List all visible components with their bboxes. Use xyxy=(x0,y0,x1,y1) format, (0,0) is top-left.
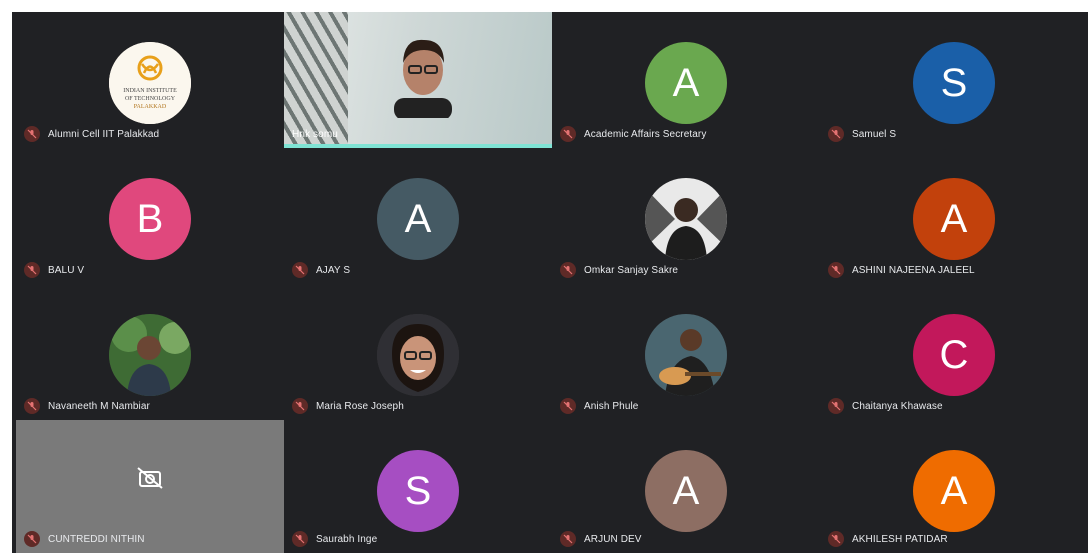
participant-name: BALU V xyxy=(48,264,85,276)
participant-name: Omkar Sanjay Sakre xyxy=(584,264,679,276)
mic-muted-icon xyxy=(828,398,844,414)
svg-text:OF TECHNOLOGY: OF TECHNOLOGY xyxy=(125,96,176,102)
mic-muted-icon xyxy=(560,126,576,142)
mic-muted-icon xyxy=(560,398,576,414)
participant-name: ARJUN DEV xyxy=(584,533,642,545)
participant-nameplate: BALU V xyxy=(24,262,84,278)
participant-grid: INDIAN INSTITUTE OF TECHNOLOGY PALAKKAD … xyxy=(16,12,1088,553)
participant-nameplate: ARJUN DEV xyxy=(560,531,642,547)
mic-muted-icon xyxy=(292,398,308,414)
participant-name: CUNTREDDI NITHIN xyxy=(48,533,145,545)
participant-tile[interactable]: S Saurabh Inge xyxy=(284,420,552,553)
participant-video-person xyxy=(394,39,452,118)
participant-tile[interactable]: Maria Rose Joseph xyxy=(284,284,552,420)
participant-avatar-photo xyxy=(645,178,727,260)
participant-tile[interactable]: CUNTREDDI NITHIN xyxy=(16,420,284,553)
participant-name: AKHILESH PATIDAR xyxy=(852,533,948,545)
participant-name: Alumni Cell IIT Palakkad xyxy=(48,128,160,140)
participant-nameplate: Maria Rose Joseph xyxy=(292,398,404,414)
participant-tile[interactable]: A AKHILESH PATIDAR xyxy=(820,420,1088,553)
participant-name: Maria Rose Joseph xyxy=(316,400,404,412)
participant-nameplate: CUNTREDDI NITHIN xyxy=(24,531,145,547)
participant-tile[interactable]: C Chaitanya Khawase xyxy=(820,284,1088,420)
participant-nameplate: AJAY S xyxy=(292,262,350,278)
mic-muted-icon xyxy=(828,126,844,142)
participant-name: Chaitanya Khawase xyxy=(852,400,943,412)
mic-muted-icon xyxy=(560,262,576,278)
participant-name: Hrik somu xyxy=(292,129,338,140)
participant-tile[interactable]: A AJAY S xyxy=(284,148,552,284)
participant-nameplate: Alumni Cell IIT Palakkad xyxy=(24,126,159,142)
participant-avatar: A xyxy=(645,42,727,124)
participant-tile[interactable]: A ASHINI NAJEENA JALEEL xyxy=(820,148,1088,284)
participant-name: AJAY S xyxy=(316,264,351,276)
participant-avatar-logo: INDIAN INSTITUTE OF TECHNOLOGY PALAKKAD xyxy=(109,42,191,124)
mic-muted-icon xyxy=(292,262,308,278)
camera-off-icon xyxy=(137,466,163,489)
mic-muted-icon xyxy=(828,531,844,547)
participant-tile[interactable]: Navaneeth M Nambiar xyxy=(16,284,284,420)
mic-muted-icon xyxy=(292,531,308,547)
participant-avatar-photo xyxy=(377,314,459,396)
participant-avatar-photo xyxy=(109,314,191,396)
participant-avatar: S xyxy=(377,450,459,532)
participant-tile[interactable]: A Academic Affairs Secretary xyxy=(552,12,820,148)
participant-nameplate: Hrik somu xyxy=(292,129,338,140)
meeting-grid-frame: INDIAN INSTITUTE OF TECHNOLOGY PALAKKAD … xyxy=(12,12,1088,553)
participant-video-tile[interactable]: Hrik somu xyxy=(284,12,552,148)
participant-tile[interactable]: Omkar Sanjay Sakre xyxy=(552,148,820,284)
mic-muted-icon xyxy=(24,262,40,278)
participant-nameplate: AKHILESH PATIDAR xyxy=(828,531,948,547)
participant-name: Samuel S xyxy=(852,128,897,140)
participant-avatar: A xyxy=(645,450,727,532)
participant-nameplate: Navaneeth M Nambiar xyxy=(24,398,150,414)
participant-name: ASHINI NAJEENA JALEEL xyxy=(852,264,975,276)
participant-name: Saurabh Inge xyxy=(316,533,378,545)
participant-tile[interactable]: S Samuel S xyxy=(820,12,1088,148)
institute-logo-icon: INDIAN INSTITUTE OF TECHNOLOGY PALAKKAD xyxy=(109,42,191,124)
participant-name: Academic Affairs Secretary xyxy=(584,128,707,140)
window-blinds xyxy=(284,12,348,144)
participant-avatar: S xyxy=(913,42,995,124)
participant-avatar: B xyxy=(109,178,191,260)
svg-text:INDIAN INSTITUTE: INDIAN INSTITUTE xyxy=(123,88,177,94)
participant-avatar: C xyxy=(913,314,995,396)
participant-tile[interactable]: Anish Phule xyxy=(552,284,820,420)
participant-avatar: A xyxy=(913,450,995,532)
mic-muted-icon xyxy=(560,531,576,547)
participant-tile[interactable]: B BALU V xyxy=(16,148,284,284)
participant-name: Anish Phule xyxy=(584,400,639,412)
participant-tile[interactable]: INDIAN INSTITUTE OF TECHNOLOGY PALAKKAD … xyxy=(16,12,284,148)
participant-name: Navaneeth M Nambiar xyxy=(48,400,150,412)
participant-avatar: A xyxy=(913,178,995,260)
svg-text:PALAKKAD: PALAKKAD xyxy=(134,104,167,110)
participant-nameplate: Academic Affairs Secretary xyxy=(560,126,706,142)
participant-avatar-photo xyxy=(645,314,727,396)
mic-muted-icon xyxy=(828,262,844,278)
participant-nameplate: Omkar Sanjay Sakre xyxy=(560,262,678,278)
mic-muted-icon xyxy=(24,531,40,547)
participant-nameplate: Chaitanya Khawase xyxy=(828,398,943,414)
participant-nameplate: Saurabh Inge xyxy=(292,531,377,547)
participant-nameplate: Anish Phule xyxy=(560,398,638,414)
mic-muted-icon xyxy=(24,398,40,414)
mic-muted-icon xyxy=(24,126,40,142)
participant-tile[interactable]: A ARJUN DEV xyxy=(552,420,820,553)
participant-nameplate: Samuel S xyxy=(828,126,896,142)
participant-nameplate: ASHINI NAJEENA JALEEL xyxy=(828,262,975,278)
participant-avatar: A xyxy=(377,178,459,260)
